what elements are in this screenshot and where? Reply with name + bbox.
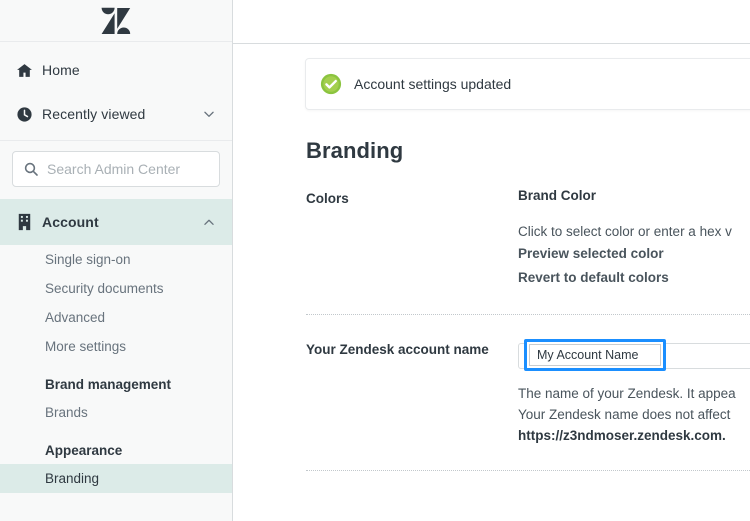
building-icon (16, 213, 42, 231)
admin-center-app: Home Recently viewed Search Admin Center… (0, 0, 750, 521)
primary-nav: Home Recently viewed (0, 42, 232, 136)
search-container (0, 141, 232, 199)
main-content: Account settings updated Branding Colors… (233, 0, 750, 521)
form-row-label-account-name: Your Zendesk account name (306, 342, 489, 357)
brand-color-hint: Click to select color or enter a hex v (518, 224, 732, 239)
sidebar-item-more-settings[interactable]: More settings (0, 332, 232, 361)
form-row-account-name: Your Zendesk account name The name of yo… (306, 315, 750, 446)
account-name-url: https://z3ndmoser.zendesk.com. (518, 428, 726, 443)
account-name-input[interactable] (537, 348, 660, 362)
chevron-up-icon[interactable] (202, 215, 216, 229)
search-icon (23, 161, 41, 177)
preview-selected-color-link[interactable]: Preview selected color (518, 242, 750, 266)
account-sub-nav: Single sign-on Security documents Advanc… (0, 245, 232, 493)
sidebar-group-label-account: Account (42, 214, 99, 230)
sidebar-item-home[interactable]: Home (0, 48, 232, 92)
sidebar: Home Recently viewed Search Admin Center… (0, 0, 233, 521)
account-name-hint-line1: The name of your Zendesk. It appea (518, 386, 736, 401)
form-row-body-account-name: The name of your Zendesk. It appea Your … (518, 339, 750, 446)
status-banner-text: Account settings updated (354, 76, 512, 92)
clock-icon (16, 106, 42, 123)
page-title: Branding (306, 138, 404, 163)
success-check-icon (320, 73, 342, 95)
sidebar-item-branding[interactable]: Branding (0, 464, 232, 493)
home-icon (16, 62, 42, 79)
account-name-hint-line2: Your Zendesk name does not affect (518, 407, 731, 422)
logo-container (0, 0, 232, 42)
top-header-bar (233, 0, 750, 44)
search-input[interactable] (41, 152, 228, 186)
sidebar-item-security-documents[interactable]: Security documents (0, 274, 232, 303)
content-area: Account settings updated Branding Colors… (233, 58, 750, 471)
chevron-down-icon[interactable] (202, 107, 216, 121)
section-divider-2 (306, 470, 750, 471)
brand-color-label: Brand Color (518, 188, 597, 203)
account-name-inner-box (529, 344, 661, 366)
sidebar-item-label-home: Home (42, 62, 80, 78)
sidebar-group-account[interactable]: Account (0, 199, 232, 245)
sidebar-item-advanced[interactable]: Advanced (0, 303, 232, 332)
account-name-field-wrap (518, 339, 750, 371)
sidebar-item-label-recently-viewed: Recently viewed (42, 106, 146, 122)
search-box[interactable] (12, 151, 228, 187)
form-row-label-colors: Colors (306, 191, 349, 206)
zendesk-logo-icon[interactable] (101, 7, 131, 35)
sidebar-item-brands[interactable]: Brands (0, 398, 232, 427)
account-name-focus-ring (524, 339, 666, 371)
form-row-body-colors: Brand Color Click to select color or ent… (518, 188, 750, 290)
form-row-colors: Colors Brand Color Click to select color… (306, 164, 750, 290)
sidebar-heading-brand-management: Brand management (45, 377, 172, 392)
revert-to-default-colors-link[interactable]: Revert to default colors (518, 266, 750, 290)
status-banner: Account settings updated (305, 58, 750, 110)
sidebar-item-single-sign-on[interactable]: Single sign-on (0, 245, 232, 274)
sidebar-item-recently-viewed[interactable]: Recently viewed (0, 92, 232, 136)
sidebar-heading-appearance: Appearance (45, 443, 123, 458)
